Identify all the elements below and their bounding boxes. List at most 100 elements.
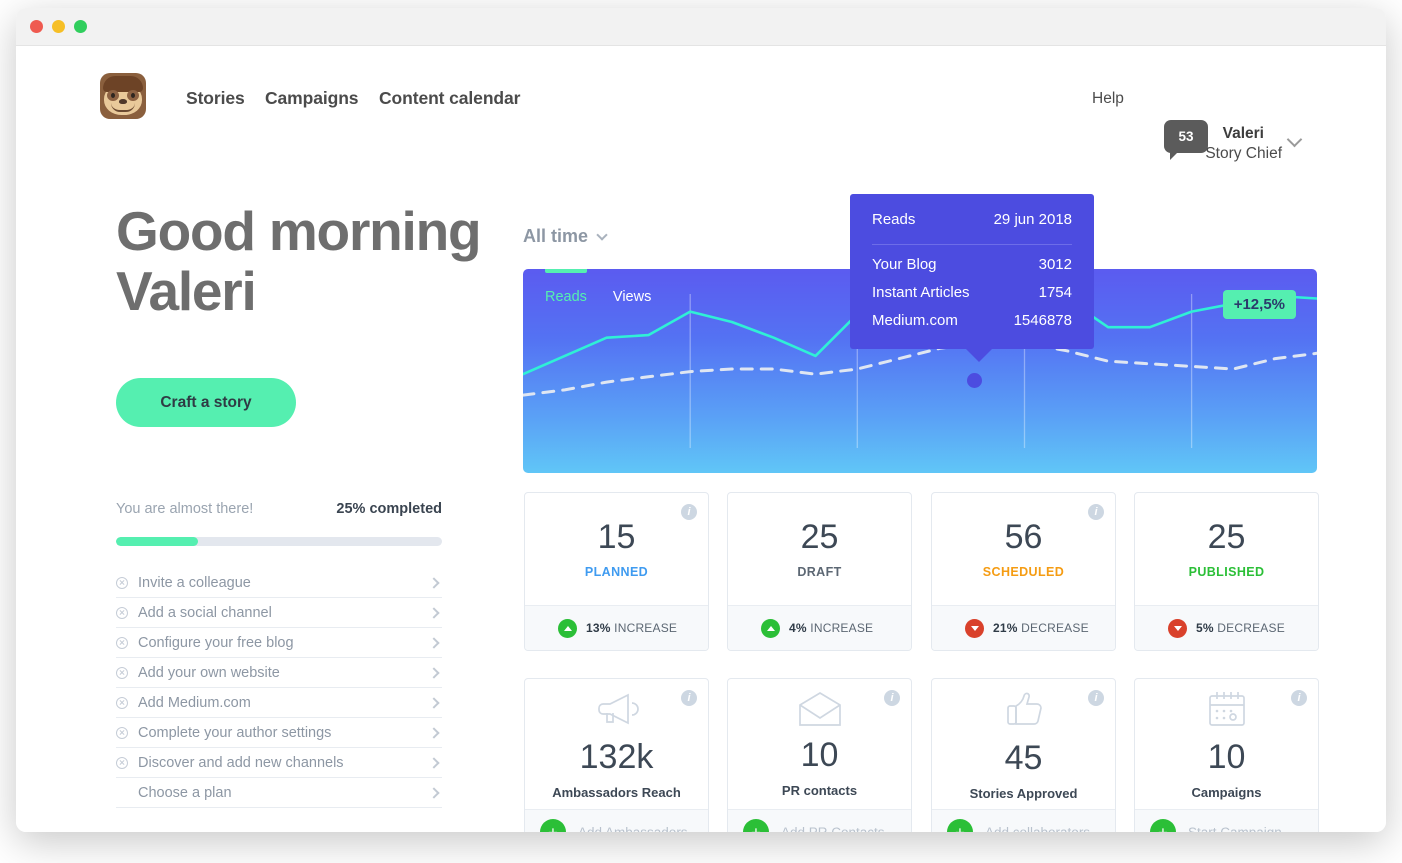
onboarding-item-1[interactable]: Add a social channel: [116, 598, 442, 628]
onboarding-item-0[interactable]: Invite a colleague: [116, 568, 442, 598]
status-card-body: 25 DRAFT: [728, 493, 911, 605]
resource-card-pr-contacts[interactable]: i10PR contacts+Add PR Contacts: [727, 678, 912, 832]
status-card-value: 56: [1005, 520, 1043, 554]
plus-icon: +: [540, 819, 566, 832]
chart-tooltip-row-label: Instant Articles: [872, 284, 970, 301]
chart-tooltip-header: Reads 29 jun 2018: [872, 211, 1072, 245]
minimize-window-button[interactable]: [52, 20, 65, 33]
info-icon[interactable]: i: [1088, 504, 1104, 520]
chevron-down-icon: [596, 229, 607, 240]
resource-card-label: Stories Approved: [970, 786, 1078, 801]
chevron-down-icon[interactable]: [1287, 132, 1303, 148]
resource-card-stories-approved[interactable]: i45Stories Approved+Add collaborators: [931, 678, 1116, 832]
resource-card-action-label: Add PR Contacts: [781, 825, 885, 833]
chart-tab-views[interactable]: Views: [613, 269, 651, 305]
chart-metric-tabs: Reads Views: [545, 269, 651, 305]
incomplete-circle-icon: [116, 727, 128, 739]
time-range-dropdown[interactable]: All time: [523, 226, 606, 247]
onboarding-item-3[interactable]: Add your own website: [116, 658, 442, 688]
info-icon[interactable]: i: [681, 690, 697, 706]
onboarding-header: You are almost there! 25% completed: [116, 501, 442, 517]
status-card-label: DRAFT: [797, 565, 841, 579]
chevron-right-icon: [428, 607, 439, 618]
status-card-value: 25: [801, 520, 839, 554]
megaphone-icon: [594, 689, 640, 734]
onboarding-item-4[interactable]: Add Medium.com: [116, 688, 442, 718]
onboarding-item-7[interactable]: Choose a plan: [116, 778, 442, 808]
trend-up-icon: [558, 619, 577, 638]
resource-card-body: i 10 Campaigns: [1135, 679, 1318, 809]
chart-tooltip-row: Your Blog3012: [872, 256, 1072, 273]
onboarding-item-5[interactable]: Complete your author settings: [116, 718, 442, 748]
resource-card-label: Ambassadors Reach: [552, 785, 681, 800]
chart-tooltip-row-value: 1546878: [1014, 312, 1072, 329]
close-window-button[interactable]: [30, 20, 43, 33]
resource-card-label: PR contacts: [782, 783, 857, 798]
onboarding-item-label: Add a social channel: [138, 605, 430, 621]
page-content: Stories Campaigns Content calendar Help …: [16, 46, 1386, 832]
chevron-right-icon: [428, 787, 439, 798]
resource-card-action[interactable]: + Start Campaign: [1135, 809, 1318, 832]
info-icon[interactable]: i: [681, 504, 697, 520]
resource-card-value: 10: [1208, 740, 1246, 774]
status-card-scheduled[interactable]: i56SCHEDULED21% DECREASE: [931, 492, 1116, 651]
chevron-right-icon: [428, 727, 439, 738]
trend-down-icon: [965, 619, 984, 638]
chart-tooltip-row: Medium.com 1546878: [872, 312, 1072, 329]
status-card-draft[interactable]: 25 DRAFT 4% INCREASE: [727, 492, 912, 651]
resource-card-action-label: Start Campaign: [1188, 825, 1282, 833]
status-card-value: 15: [598, 520, 636, 554]
onboarding-item-label: Choose a plan: [138, 785, 430, 801]
craft-a-story-button[interactable]: Craft a story: [116, 378, 296, 427]
status-card-trend-text: 13% INCREASE: [586, 621, 677, 635]
status-card-body: i15PLANNED: [525, 493, 708, 605]
status-card-planned[interactable]: i15PLANNED13% INCREASE: [524, 492, 709, 651]
chevron-right-icon: [428, 697, 439, 708]
resource-card-action[interactable]: + Add Ambassadors: [525, 809, 708, 832]
onboarding-item-2[interactable]: Configure your free blog: [116, 628, 442, 658]
notifications-bubble-icon[interactable]: 53: [1164, 120, 1208, 153]
chart-tab-reads[interactable]: Reads: [545, 269, 587, 305]
thumbs-up-icon: [1003, 688, 1045, 735]
calendar-icon: [1206, 689, 1248, 734]
spacer-icon: [116, 787, 128, 799]
page-title: Good morning Valeri: [116, 201, 516, 321]
chart-tooltip-row: Instant Articles 1754: [872, 284, 1072, 301]
onboarding-item-label: Add your own website: [138, 665, 430, 681]
sloth-left-eye: [107, 90, 119, 101]
info-icon[interactable]: i: [1291, 690, 1307, 706]
status-card-trend: 4% INCREASE: [728, 605, 911, 650]
resource-card-action[interactable]: +Add PR Contacts: [728, 809, 911, 832]
onboarding-item-6[interactable]: Discover and add new channels: [116, 748, 442, 778]
onboarding-checklist-panel: You are almost there! 25% completed Invi…: [116, 501, 442, 808]
chart-tooltip-row-label: Medium.com: [872, 312, 958, 329]
info-icon[interactable]: i: [1088, 690, 1104, 706]
chart-highlighted-point-marker[interactable]: [967, 373, 982, 388]
nav-item-campaigns[interactable]: Campaigns: [265, 88, 358, 109]
resource-card-label: Campaigns: [1191, 785, 1261, 800]
resource-card-action[interactable]: +Add collaborators: [932, 809, 1115, 832]
chart-tooltip-row-value: 1754: [1039, 284, 1072, 301]
resource-card-action-label: Add Ambassadors: [578, 825, 688, 833]
info-icon[interactable]: i: [884, 690, 900, 706]
incomplete-circle-icon: [116, 757, 128, 769]
help-link[interactable]: Help: [1092, 90, 1124, 108]
status-card-trend-text: 5% DECREASE: [1196, 621, 1285, 635]
window-titlebar: [16, 8, 1386, 46]
onboarding-progress-fill: [116, 537, 198, 546]
chart-tooltip-row-label: Your Blog: [872, 256, 937, 273]
status-card-trend-text: 4% INCREASE: [789, 621, 873, 635]
plus-icon: +: [1150, 819, 1176, 832]
nav-item-stories[interactable]: Stories: [186, 88, 245, 109]
onboarding-item-label: Discover and add new channels: [138, 755, 430, 771]
status-card-value: 25: [1208, 520, 1246, 554]
status-card-trend-text: 21% DECREASE: [993, 621, 1089, 635]
chevron-right-icon: [428, 757, 439, 768]
app-window: Stories Campaigns Content calendar Help …: [16, 8, 1386, 832]
resource-card-campaigns[interactable]: i 10 Campaigns + Start Campaign: [1134, 678, 1319, 832]
resource-card-ambassadors-reach[interactable]: i132kAmbassadors Reach+Add Ambassadors: [524, 678, 709, 832]
nav-item-content-calendar[interactable]: Content calendar: [379, 88, 520, 109]
sloth-logo-icon[interactable]: [100, 73, 146, 119]
maximize-window-button[interactable]: [74, 20, 87, 33]
status-card-published[interactable]: 25PUBLISHED5% DECREASE: [1134, 492, 1319, 651]
